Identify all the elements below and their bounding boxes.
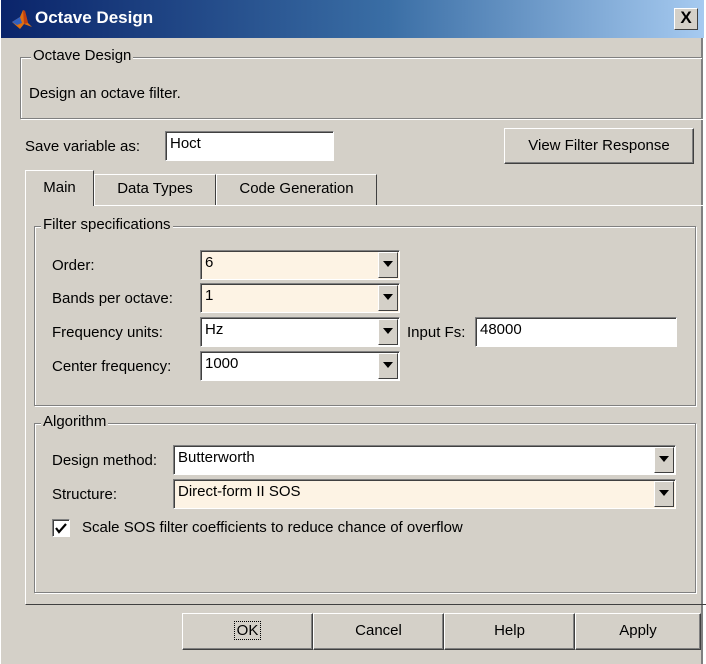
input-fs-field[interactable]: 48000 <box>475 317 677 347</box>
matlab-logo-icon <box>12 10 32 29</box>
frequency-units-value: Hz <box>205 321 224 338</box>
title-bar[interactable]: Octave Design X <box>1 0 704 38</box>
scale-sos-label: Scale SOS filter coefficients to reduce … <box>82 519 463 536</box>
chevron-down-icon <box>383 328 393 334</box>
structure-label: Structure: <box>52 486 118 503</box>
save-variable-label: Save variable as: <box>25 138 141 155</box>
window-title: Octave Design <box>35 8 154 27</box>
header-description: Design an octave filter. <box>29 85 181 102</box>
apply-button[interactable]: Apply <box>575 613 701 650</box>
input-fs-label: Input Fs: <box>407 324 466 341</box>
center-frequency-dropdown-arrow[interactable] <box>378 353 398 379</box>
scale-sos-checkbox[interactable] <box>52 519 70 537</box>
order-dropdown-arrow[interactable] <box>378 252 398 278</box>
center-frequency-select[interactable]: 1000 <box>200 351 400 381</box>
bands-value: 1 <box>205 287 214 304</box>
tab-code-generation[interactable]: Code Generation <box>216 174 377 206</box>
chevron-down-icon <box>383 261 393 267</box>
ok-button-label: OK <box>233 621 262 640</box>
order-select[interactable]: 6 <box>200 250 400 280</box>
center-frequency-label: Center frequency: <box>52 358 172 375</box>
help-button[interactable]: Help <box>444 613 575 650</box>
frequency-units-dropdown-arrow[interactable] <box>378 319 398 345</box>
chevron-down-icon <box>383 362 393 368</box>
design-method-dropdown-arrow[interactable] <box>654 447 674 473</box>
header-group: Octave Design Design an octave filter. <box>20 47 703 119</box>
frequency-units-label: Frequency units: <box>52 324 163 341</box>
view-filter-response-button[interactable]: View Filter Response <box>504 128 694 164</box>
ok-button[interactable]: OK <box>182 613 313 650</box>
chevron-down-icon <box>383 294 393 300</box>
frequency-units-select[interactable]: Hz <box>200 317 400 347</box>
structure-select[interactable]: Direct-form II SOS <box>173 479 676 509</box>
algorithm-legend: Algorithm <box>41 413 109 430</box>
filter-specifications-legend: Filter specifications <box>41 216 173 233</box>
bands-label: Bands per octave: <box>52 290 173 307</box>
save-variable-input[interactable]: Hoct <box>165 131 334 161</box>
bands-select[interactable]: 1 <box>200 283 400 313</box>
dialog-window: Octave Design X Octave Design Design an … <box>0 0 706 664</box>
chevron-down-icon <box>659 490 669 496</box>
header-group-legend: Octave Design <box>31 47 134 64</box>
order-value: 6 <box>205 254 214 271</box>
chevron-down-icon <box>659 456 669 462</box>
cancel-button[interactable]: Cancel <box>313 613 444 650</box>
design-method-label: Design method: <box>52 452 158 469</box>
order-label: Order: <box>52 257 95 274</box>
tab-data-types[interactable]: Data Types <box>94 174 216 206</box>
center-frequency-value: 1000 <box>205 355 239 372</box>
design-method-value: Butterworth <box>178 449 255 466</box>
close-button[interactable]: X <box>674 8 698 30</box>
checkmark-icon <box>55 523 67 534</box>
structure-value: Direct-form II SOS <box>178 483 301 500</box>
structure-dropdown-arrow[interactable] <box>654 481 674 507</box>
bands-dropdown-arrow[interactable] <box>378 285 398 311</box>
design-method-select[interactable]: Butterworth <box>173 445 676 475</box>
tab-main[interactable]: Main <box>25 170 94 206</box>
